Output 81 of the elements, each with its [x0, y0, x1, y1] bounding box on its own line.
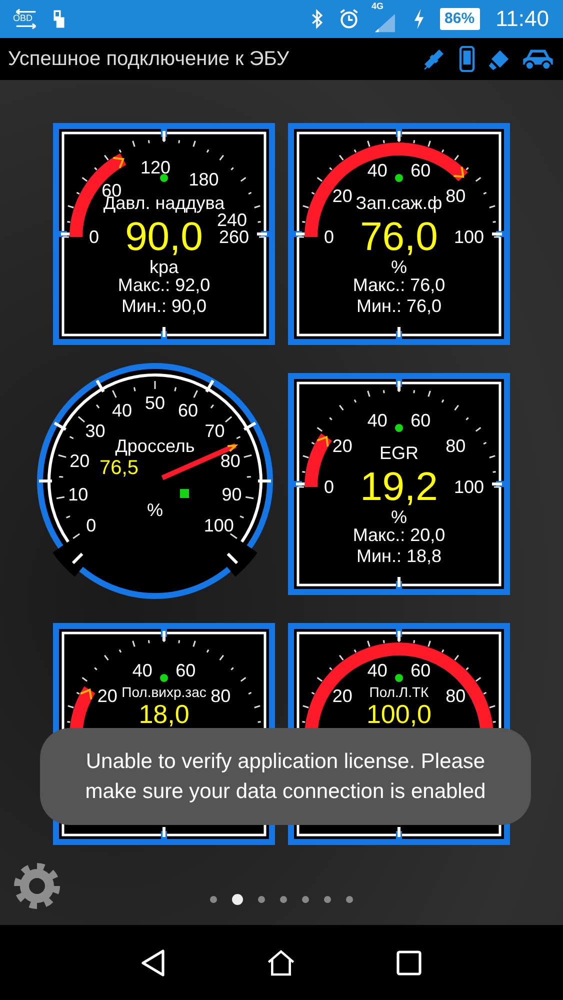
scale-label: 40	[367, 160, 388, 180]
scale-label: 60	[410, 410, 431, 430]
gauge-label: Зап.саж.ф	[356, 193, 442, 213]
scale-label: 60	[410, 660, 431, 680]
scale-label: 0	[89, 227, 99, 247]
scale-label: 10	[68, 484, 88, 504]
scale-label: 100	[454, 227, 484, 247]
max-reading: Макс.: 20,0	[352, 525, 446, 545]
page-dot[interactable]	[346, 896, 353, 902]
scale-label: 180	[188, 169, 219, 190]
battery-level: 86%	[444, 10, 475, 27]
scale-label: 40	[112, 400, 132, 420]
scale-label: 50	[144, 392, 166, 412]
scale-label: 40	[367, 660, 388, 680]
network-type: 4G	[372, 1, 384, 11]
gauge-value: 18,0	[138, 699, 190, 729]
min-reading: Мин.: 76,0	[356, 296, 442, 316]
gauge-value: 76,0	[360, 215, 438, 259]
gauge-value: 100,0	[366, 699, 432, 729]
gauge-unit: %	[391, 507, 407, 527]
min-reading: Мин.: 18,8	[356, 546, 442, 566]
scale-label: 20	[97, 686, 118, 706]
scale-label: 80	[220, 450, 240, 470]
gauge-unit: %	[147, 500, 163, 520]
signal-icon	[374, 13, 396, 33]
gauge-label: EGR	[380, 443, 418, 463]
scale-label: 20	[332, 436, 352, 456]
recent-apps-icon[interactable]	[394, 948, 424, 978]
page-dot[interactable]	[210, 896, 217, 902]
scale-label: 80	[446, 186, 466, 206]
scale-label: 90	[222, 484, 242, 504]
scale-label: 20	[70, 450, 90, 470]
scale-label: 60	[176, 660, 196, 680]
scale-label: 80	[210, 686, 231, 706]
gauge-unit: %	[391, 257, 407, 277]
arrows-icon	[14, 8, 38, 30]
sd-card-icon	[52, 8, 66, 30]
scale-label: 0	[86, 515, 96, 536]
scale-label: 60	[178, 400, 198, 420]
obd-label: OBD	[13, 13, 33, 23]
gauge-unit: kpa	[149, 257, 179, 277]
page-dot[interactable]	[324, 896, 331, 902]
indicator-dot	[395, 674, 403, 682]
scale-label: 20	[332, 186, 352, 206]
gauge-label: Пол.Л.ТК	[369, 684, 429, 700]
scale-label: 120	[140, 158, 171, 178]
connection-status: Успешное подключение к ЭБУ	[8, 48, 290, 70]
scale-label: 30	[85, 420, 106, 440]
scale-label: 40	[367, 410, 388, 430]
gauge-label: Дроссель	[115, 436, 195, 456]
scale-label: 0	[324, 227, 334, 247]
scale-label: 60	[410, 160, 431, 180]
indicator-dot	[395, 424, 403, 432]
max-reading: Макс.: 76,0	[352, 275, 446, 295]
clock: 11:40	[496, 6, 549, 32]
min-reading: Мин.: 90,0	[121, 296, 207, 316]
toast-message: Unable to verify application license. Please make sure your data connection is enabled	[84, 748, 487, 804]
scale-label: 80	[446, 686, 466, 706]
page-dot[interactable]	[232, 894, 243, 904]
indicator-dot	[395, 174, 403, 182]
scale-label: 80	[446, 436, 466, 456]
indicator-dot	[160, 174, 168, 182]
settings-icon[interactable]	[12, 861, 62, 911]
scale-label: 0	[324, 477, 334, 497]
gauge-value: 76,5	[100, 456, 138, 478]
scale-label: 70	[204, 420, 225, 440]
alarm-icon	[338, 8, 360, 30]
gauge-label: Пол.вихр.зас	[122, 684, 206, 700]
page-dot[interactable]	[258, 896, 265, 902]
gauge-value: 90,0	[125, 215, 203, 259]
page-dot[interactable]	[280, 896, 287, 902]
bluetooth-icon	[310, 8, 324, 30]
charging-icon	[412, 8, 426, 30]
indicator-dot	[160, 674, 168, 682]
home-icon[interactable]	[266, 948, 296, 978]
scale-label: 40	[132, 660, 152, 680]
gauge-value: 19,2	[360, 465, 438, 509]
scale-label: 100	[454, 477, 484, 497]
scale-label: 20	[332, 686, 352, 706]
page-dot[interactable]	[302, 896, 309, 902]
scale-label: 100	[204, 515, 234, 536]
